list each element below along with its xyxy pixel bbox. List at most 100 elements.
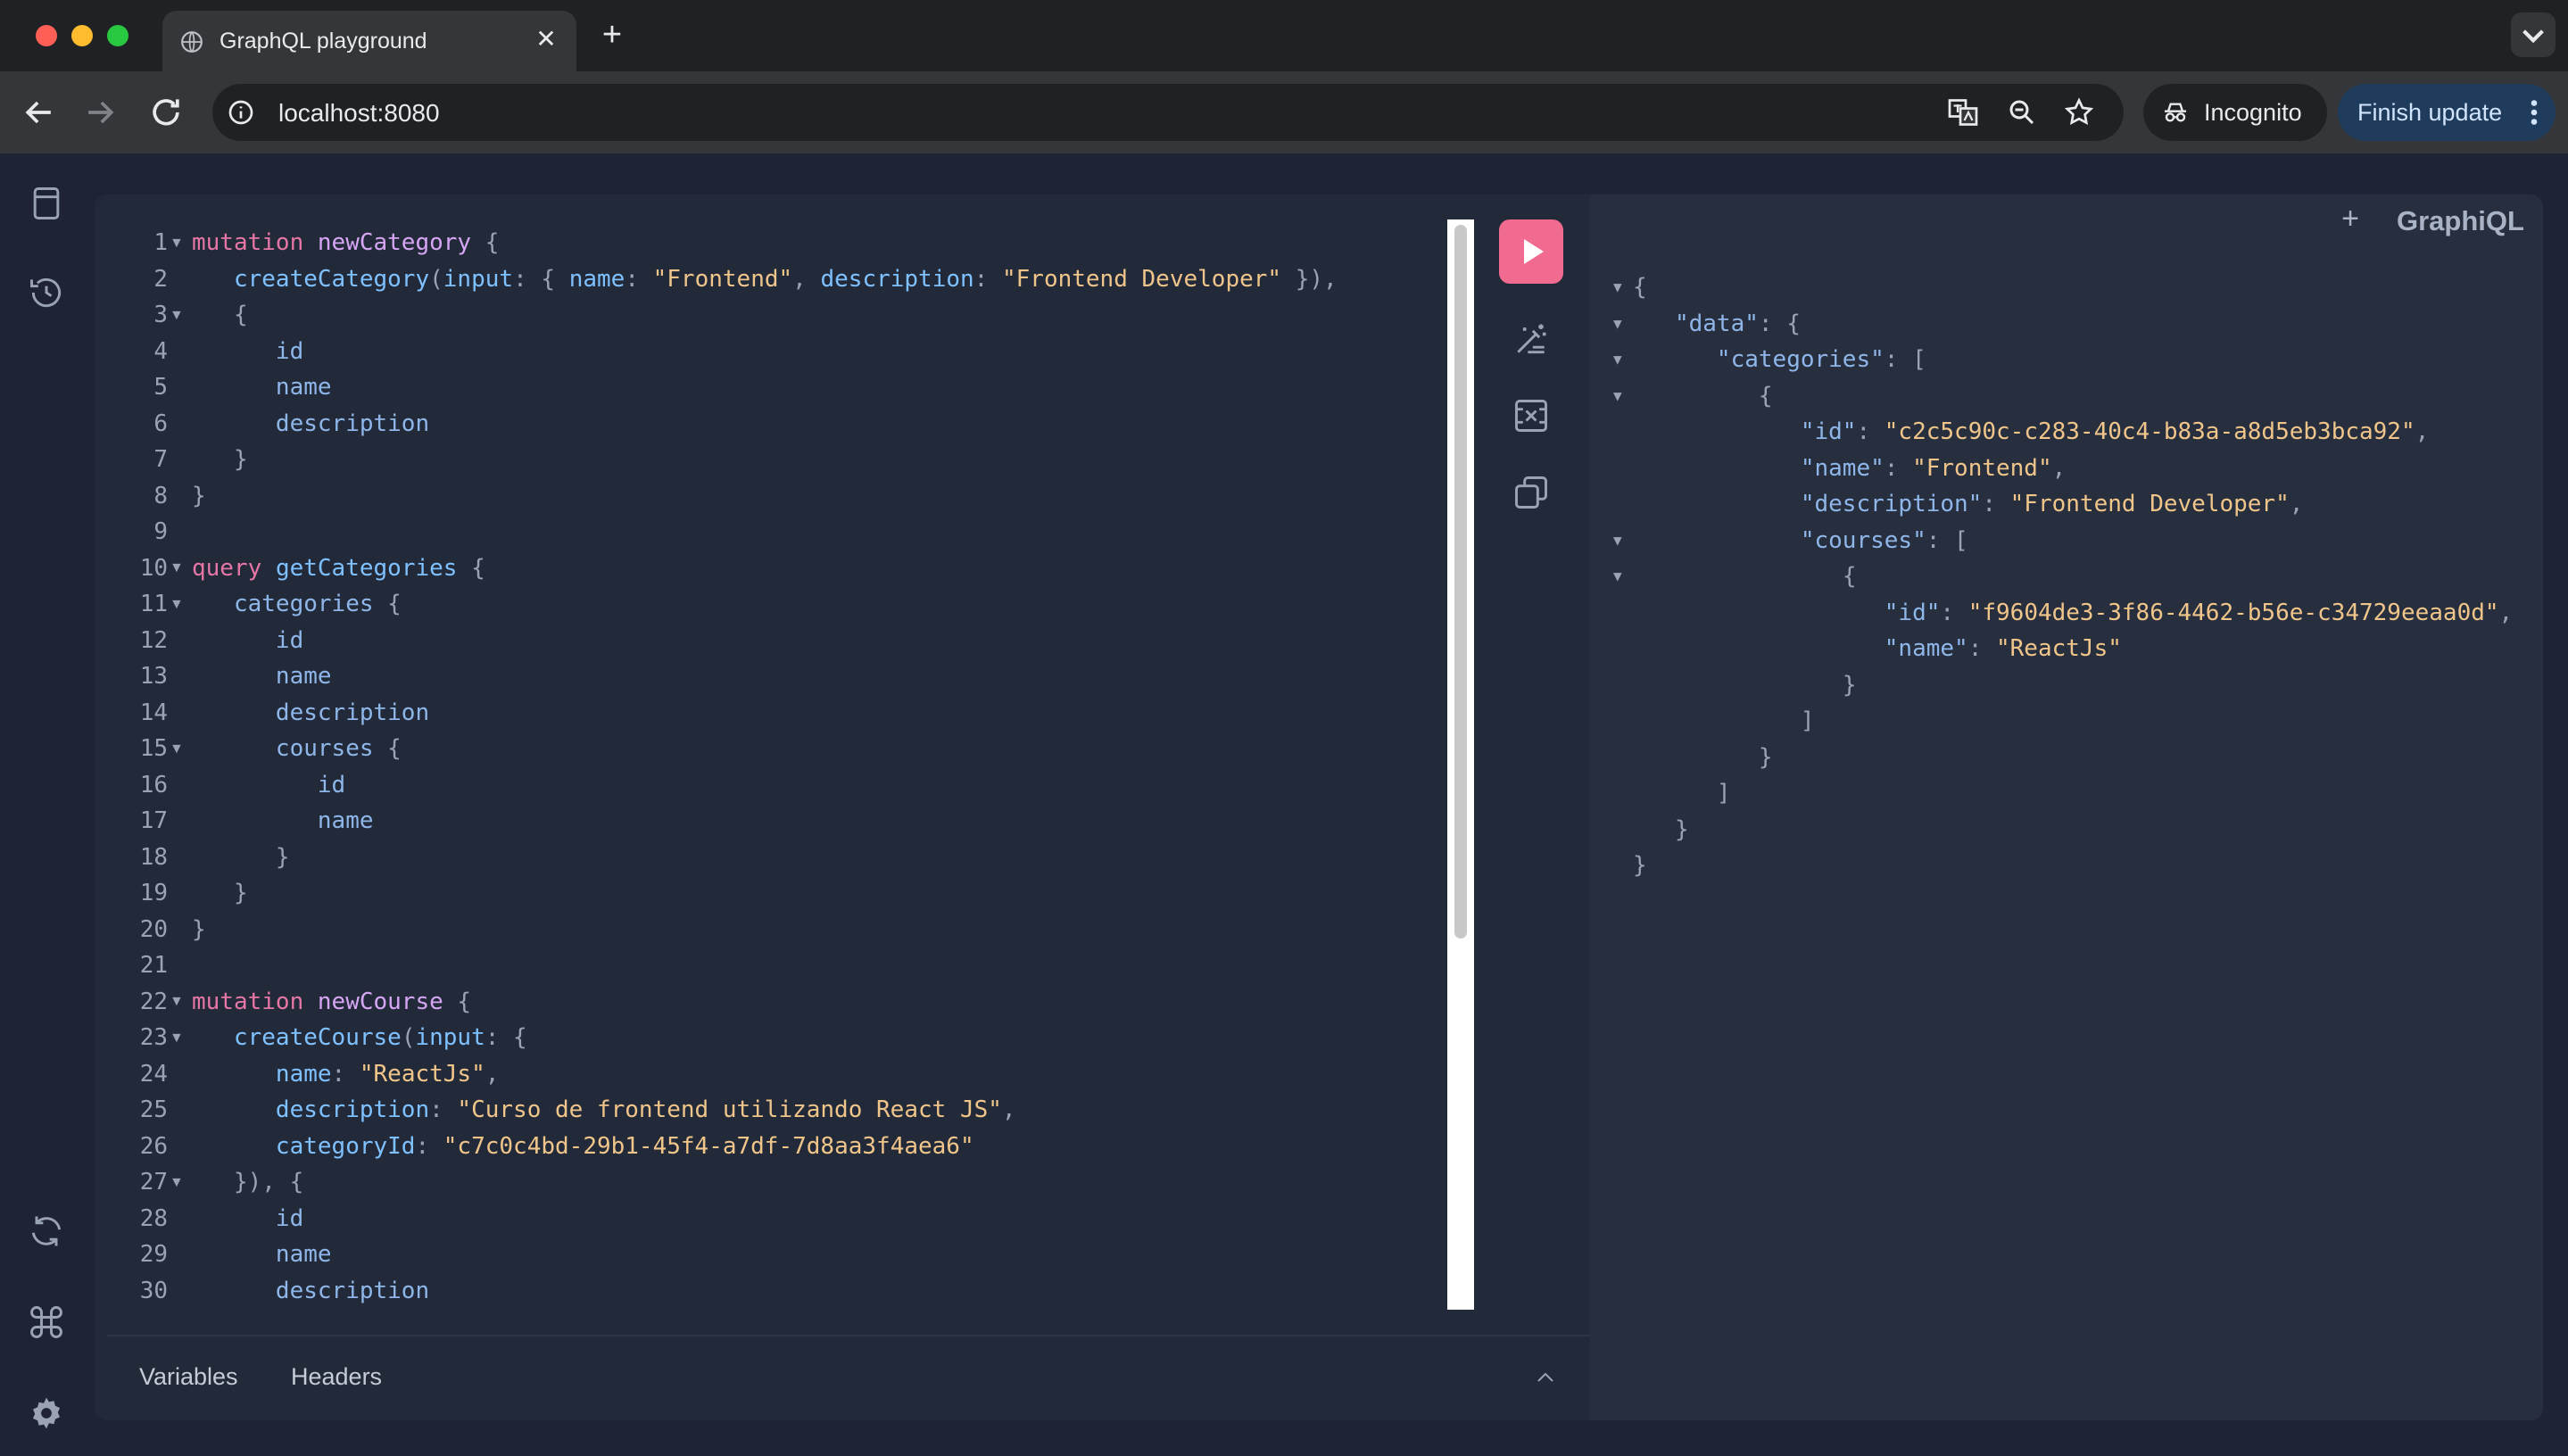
fold-toggle-icon[interactable]: ▼ [1613,269,1622,306]
code-token: getCategories [275,554,458,582]
json-token: : [1967,635,1996,662]
json-token: : [1926,526,1955,554]
json-line: ▼ { [1613,378,2525,415]
code-token: : [415,1132,443,1160]
code-line: }), { [192,1164,1423,1201]
settings-icon [32,1397,61,1429]
fold-toggle-icon[interactable]: ▼ [1613,558,1622,595]
code-line: description [192,1273,1423,1310]
json-token: "ReactJs" [1996,635,2122,662]
zoom-icon[interactable] [2006,96,2038,128]
code-token: } [233,446,248,473]
code-line: id [192,623,1423,659]
json-token: "Frontend" [1912,454,2052,482]
code-token: : [429,1096,458,1123]
json-token: , [2415,418,2430,445]
refetch-schema-icon [31,1216,62,1246]
code-token: input [415,1024,485,1051]
code-line: createCourse(input: { [192,1020,1423,1056]
chevron-up-icon[interactable] [1533,1369,1558,1386]
tab-search-button[interactable] [2511,12,2556,57]
result-viewer[interactable]: ▼{ ▼ "data": { ▼ "categories": [ ▼ { "id… [1613,269,2525,884]
chevron-down-icon [2522,29,2544,44]
execute-query-button[interactable] [1499,219,1563,284]
prettify-icon[interactable] [1512,319,1551,359]
tab-variables[interactable]: Variables [139,1363,238,1391]
code-token: "ReactJs" [359,1060,485,1088]
fold-toggle-icon[interactable]: ▼ [1613,378,1622,415]
code-token: description [275,1096,430,1123]
history-button[interactable] [27,273,66,312]
code-token: { [457,554,485,582]
code-line: description: "Curso de frontend utilizan… [192,1092,1423,1129]
tab-headers[interactable]: Headers [291,1363,382,1391]
fold-toggle-icon[interactable]: ▼ [170,236,184,252]
bookmark-star-icon[interactable] [2063,96,2095,128]
code-token: }), [1281,265,1338,293]
code-token: categories [233,591,374,617]
more-vert-icon[interactable] [2525,96,2543,128]
fold-toggle-icon[interactable]: ▼ [1613,342,1622,378]
code-token: query [192,554,262,582]
settings-button[interactable] [27,1394,66,1433]
code-token: name [275,1241,332,1268]
new-tab-button[interactable]: + [594,18,630,54]
refetch-schema-button[interactable] [27,1212,66,1251]
globe-icon [181,31,203,53]
fold-toggle-icon[interactable]: ▼ [170,741,184,757]
fold-toggle-icon[interactable]: ▼ [1613,306,1622,343]
browser-toolbar: localhost:8080 Incognito Finish update [0,71,2568,153]
code-line: courses { [192,731,1423,767]
code-token: { [443,988,472,1015]
query-editor[interactable]: mutation newCategory { createCategory(in… [192,225,1423,1309]
json-line: "name": "Frontend", [1633,451,2525,487]
translate-icon[interactable] [1947,96,1979,128]
run-icon [1524,239,1544,264]
maximize-window-button[interactable] [107,25,128,46]
add-tab-button[interactable]: + [2338,203,2363,234]
fold-toggle-icon[interactable]: ▼ [170,994,184,1010]
json-token: : [1982,491,2010,517]
copy-icon[interactable] [1512,473,1551,512]
json-line: } [1633,667,2525,704]
back-icon[interactable] [20,93,59,132]
code-token: id [275,1204,304,1232]
code-token: description [275,410,430,437]
code-token: mutation [192,229,304,256]
close-window-button[interactable] [36,25,57,46]
forward-icon[interactable] [80,93,120,132]
json-token: "Frontend Developer" [2009,491,2290,517]
incognito-indicator[interactable]: Incognito [2143,84,2327,141]
code-token: { [373,591,402,617]
code-line: } [192,875,1423,912]
fold-toggle-icon[interactable]: ▼ [170,597,184,613]
json-token: "id" [1884,599,1941,626]
json-token: : [1884,346,1913,373]
code-line: name [192,658,1423,695]
site-info-icon[interactable] [227,98,255,127]
docs-explorer-button[interactable] [27,184,66,223]
editor-scrollbar-thumb[interactable] [1454,225,1467,939]
json-line: ▼{ [1613,269,2525,306]
fold-toggle-icon[interactable]: ▼ [1613,523,1622,559]
browser-tab[interactable]: GraphQL playground ✕ [162,11,576,71]
fold-toggle-icon[interactable]: ▼ [170,1030,184,1046]
code-line: } [192,442,1423,478]
finish-update-button[interactable]: Finish update [2338,84,2556,141]
browser-tab-bar: GraphQL playground ✕ + [0,0,2568,71]
line-number: 25 [139,1096,168,1123]
minimize-window-button[interactable] [71,25,93,46]
json-token: , [2498,599,2514,626]
reload-icon[interactable] [146,93,186,132]
fold-toggle-icon[interactable]: ▼ [170,1175,184,1191]
code-line: } [192,840,1423,876]
fold-toggle-icon[interactable]: ▼ [170,560,184,576]
code-token: : [973,265,1002,293]
merge-fragments-icon[interactable] [1512,396,1551,435]
close-tab-icon[interactable]: ✕ [532,25,560,54]
shortcuts-button[interactable] [27,1303,66,1342]
address-bar[interactable]: localhost:8080 [212,84,2124,141]
fold-toggle-icon[interactable]: ▼ [170,308,184,324]
json-token: : [1940,599,1968,626]
line-number: 29 [139,1241,168,1268]
